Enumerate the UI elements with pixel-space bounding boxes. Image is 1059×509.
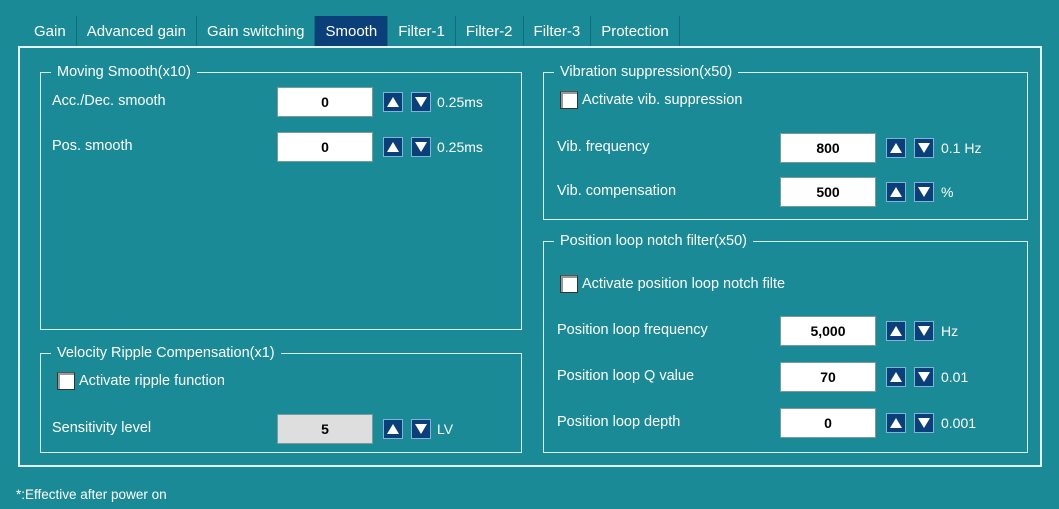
vib-compensation-unit: %: [941, 184, 954, 200]
triangle-down-icon: [918, 418, 930, 428]
notch-filter-group: Position loop notch filter(x50) Activate…: [543, 232, 1028, 453]
tab-bar: Gain Advanced gain Gain switching Smooth…: [24, 16, 680, 46]
position-loop-q-up-button[interactable]: [886, 367, 906, 387]
position-loop-depth-label: Position loop depth: [557, 414, 681, 430]
vib-compensation-down-button[interactable]: [914, 182, 934, 202]
position-loop-depth-input[interactable]: 0: [780, 408, 876, 438]
smooth-panel: Moving Smooth(x10) Acc./Dec. smooth 0 0.…: [18, 46, 1042, 467]
tab-filter-1[interactable]: Filter-1: [388, 16, 456, 46]
acc-dec-smooth-label: Acc./Dec. smooth: [52, 93, 166, 109]
acc-dec-smooth-down-button[interactable]: [411, 92, 431, 112]
vibration-suppression-group: Vibration suppression(x50) Activate vib.…: [543, 63, 1028, 220]
sensitivity-level-input: 5: [277, 414, 373, 444]
position-loop-depth-unit: 0.001: [941, 415, 977, 431]
pos-smooth-up-button[interactable]: [383, 137, 403, 157]
notch-filter-title: Position loop notch filter(x50): [554, 232, 753, 250]
pos-smooth-label: Pos. smooth: [52, 138, 133, 154]
ripple-function-checkbox-row[interactable]: Activate ripple function: [57, 372, 225, 390]
position-loop-frequency-up-button[interactable]: [886, 321, 906, 341]
triangle-down-icon: [918, 372, 930, 382]
vib-frequency-label: Vib. frequency: [557, 139, 650, 155]
vib-frequency-unit: 0.1 Hz: [941, 140, 982, 156]
sensitivity-level-up-button[interactable]: [383, 419, 403, 439]
acc-dec-smooth-unit: 0.25ms: [437, 94, 483, 110]
pos-smooth-down-button[interactable]: [411, 137, 431, 157]
tab-filter-3[interactable]: Filter-3: [524, 16, 592, 46]
velocity-ripple-group: Velocity Ripple Compensation(x1) Activat…: [40, 344, 522, 453]
triangle-up-icon: [890, 143, 902, 153]
notch-filter-checkbox-row[interactable]: Activate position loop notch filte: [560, 275, 785, 293]
tab-smooth[interactable]: Smooth: [315, 16, 389, 46]
triangle-down-icon: [918, 326, 930, 336]
vibration-suppression-title: Vibration suppression(x50): [554, 63, 739, 81]
triangle-up-icon: [387, 142, 399, 152]
triangle-up-icon: [890, 372, 902, 382]
position-loop-q-input[interactable]: 70: [780, 362, 876, 392]
notch-filter-checkbox[interactable]: [560, 275, 578, 293]
vib-frequency-input[interactable]: 800: [780, 133, 876, 163]
position-loop-frequency-down-button[interactable]: [914, 321, 934, 341]
tab-protection[interactable]: Protection: [591, 16, 680, 46]
triangle-up-icon: [387, 97, 399, 107]
footer-note: *:Effective after power on: [16, 487, 167, 502]
moving-smooth-title: Moving Smooth(x10): [51, 63, 197, 81]
vib-compensation-input[interactable]: 500: [780, 177, 876, 207]
sensitivity-level-down-button[interactable]: [411, 419, 431, 439]
position-loop-depth-up-button[interactable]: [886, 413, 906, 433]
position-loop-q-down-button[interactable]: [914, 367, 934, 387]
triangle-down-icon: [918, 143, 930, 153]
sensitivity-level-label: Sensitivity level: [52, 420, 152, 436]
moving-smooth-group: Moving Smooth(x10) Acc./Dec. smooth 0 0.…: [40, 63, 522, 330]
position-loop-frequency-label: Position loop frequency: [557, 322, 708, 338]
position-loop-depth-down-button[interactable]: [914, 413, 934, 433]
tab-filter-2[interactable]: Filter-2: [456, 16, 524, 46]
position-loop-q-unit: 0.01: [941, 369, 969, 385]
pos-smooth-input[interactable]: 0: [277, 132, 373, 162]
vib-compensation-label: Vib. compensation: [557, 183, 677, 199]
acc-dec-smooth-up-button[interactable]: [383, 92, 403, 112]
vib-suppression-checkbox-row[interactable]: Activate vib. suppression: [560, 91, 742, 109]
sensitivity-level-unit: LV: [437, 421, 454, 437]
notch-filter-label: Activate position loop notch filte: [582, 276, 786, 292]
ripple-function-label: Activate ripple function: [79, 373, 225, 389]
tab-gain[interactable]: Gain: [24, 16, 77, 46]
triangle-down-icon: [415, 97, 427, 107]
vib-suppression-checkbox[interactable]: [560, 91, 578, 109]
triangle-up-icon: [890, 187, 902, 197]
tab-gain-switching[interactable]: Gain switching: [197, 16, 316, 46]
vib-frequency-down-button[interactable]: [914, 138, 934, 158]
velocity-ripple-title: Velocity Ripple Compensation(x1): [51, 344, 281, 362]
triangle-down-icon: [415, 424, 427, 434]
vib-suppression-label: Activate vib. suppression: [582, 92, 743, 108]
position-loop-frequency-unit: Hz: [941, 323, 959, 339]
vib-frequency-up-button[interactable]: [886, 138, 906, 158]
position-loop-q-label: Position loop Q value: [557, 368, 695, 384]
acc-dec-smooth-input[interactable]: 0: [277, 87, 373, 117]
ripple-function-checkbox[interactable]: [57, 372, 75, 390]
triangle-up-icon: [890, 326, 902, 336]
triangle-up-icon: [890, 418, 902, 428]
tab-advanced-gain[interactable]: Advanced gain: [77, 16, 197, 46]
pos-smooth-unit: 0.25ms: [437, 139, 483, 155]
triangle-down-icon: [918, 187, 930, 197]
triangle-down-icon: [415, 142, 427, 152]
vib-compensation-up-button[interactable]: [886, 182, 906, 202]
triangle-up-icon: [387, 424, 399, 434]
position-loop-frequency-input[interactable]: 5,000: [780, 316, 876, 346]
